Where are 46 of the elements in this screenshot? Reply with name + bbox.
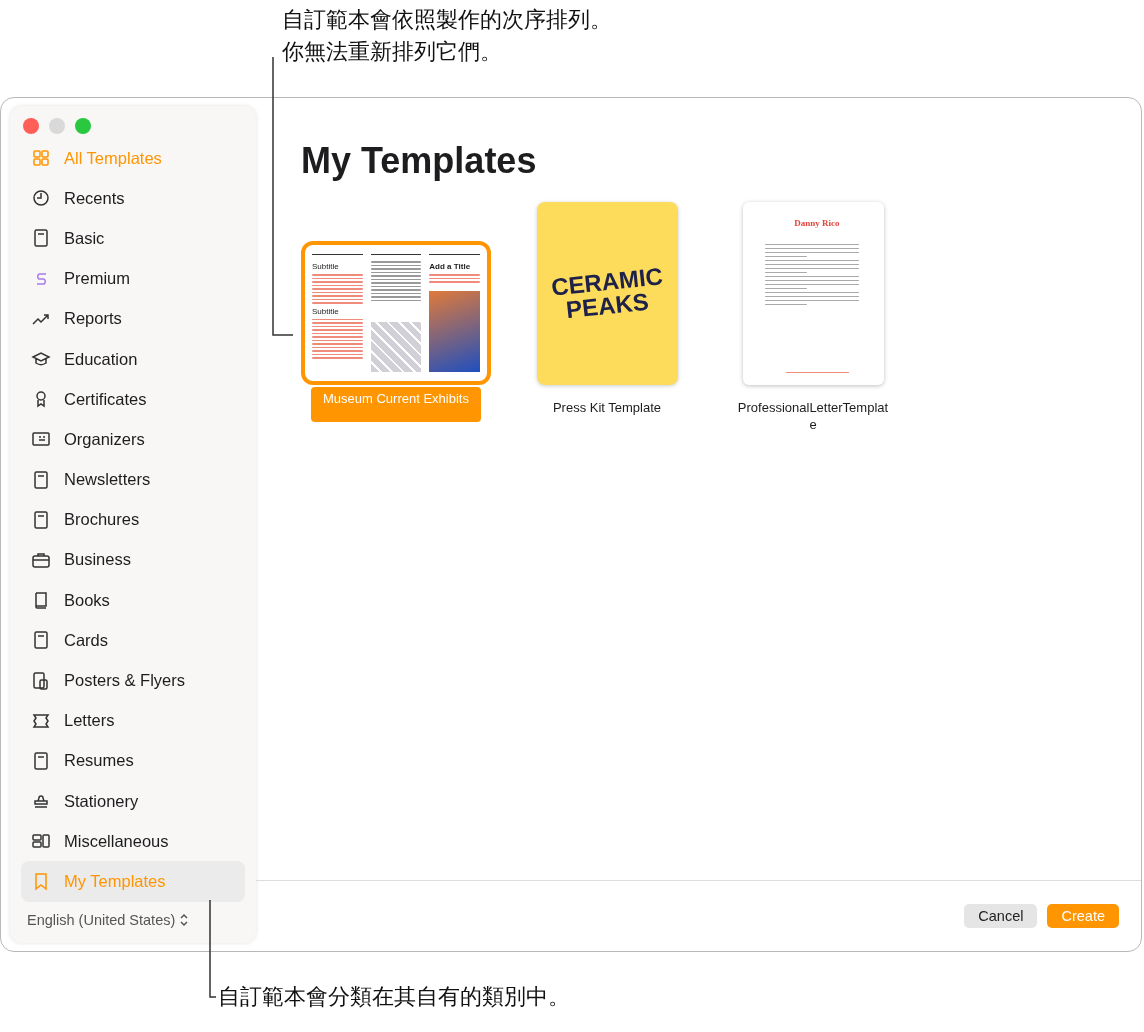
sidebar-item[interactable]: Letters bbox=[21, 700, 245, 741]
sidebar-item[interactable]: Recents bbox=[21, 178, 245, 219]
sidebar-item[interactable]: Newsletters bbox=[21, 459, 245, 500]
sidebar-item[interactable]: Business bbox=[21, 539, 245, 581]
sidebar-item[interactable]: Miscellaneous bbox=[21, 821, 245, 862]
template-thumbnail[interactable]: Danny Rico bbox=[742, 202, 884, 385]
sidebar-item[interactable]: Brochures bbox=[21, 499, 245, 540]
close-button[interactable] bbox=[23, 118, 39, 134]
callout-text: 自訂範本會分類在其自有的類別中。 bbox=[218, 983, 570, 1011]
page-title: My Templates bbox=[301, 140, 538, 182]
sidebar-item[interactable]: Stationery bbox=[21, 781, 245, 822]
thumbnail-heading: Add a Title bbox=[429, 262, 472, 271]
template-thumbnail[interactable]: Subtitle Subtitle Add a Title bbox=[301, 241, 491, 385]
category-icon bbox=[31, 188, 51, 209]
category-icon bbox=[31, 630, 51, 651]
map-drawing bbox=[370, 322, 422, 372]
callout-text: 你無法重新排列它們。 bbox=[282, 38, 503, 66]
sidebar-item[interactable]: Cards bbox=[21, 620, 245, 661]
callout-text: 自訂範本會依照製作的次序排列。 bbox=[282, 6, 612, 34]
category-icon bbox=[31, 148, 51, 169]
language-popup[interactable]: English (United States) bbox=[21, 911, 245, 928]
sidebar-item[interactable]: Books bbox=[21, 580, 245, 621]
letterhead-name: Danny Rico bbox=[794, 218, 840, 228]
sidebar-item[interactable]: Basic bbox=[21, 218, 245, 259]
thumbnail-heading: Subtitle bbox=[312, 262, 340, 271]
zoom-button[interactable] bbox=[75, 118, 91, 134]
category-icon bbox=[31, 750, 51, 771]
template-name: Press Kit Template bbox=[551, 399, 663, 417]
template-thumbnail[interactable]: CERAMIC PEAKS bbox=[536, 202, 678, 385]
sidebar-item[interactable]: Organizers bbox=[21, 419, 245, 460]
chevron-icon bbox=[179, 912, 190, 927]
sidebar-item[interactable]: Education bbox=[21, 338, 245, 380]
sidebar-item[interactable]: Certificates bbox=[21, 379, 245, 420]
thumbnail-heading: Subtitle bbox=[312, 306, 340, 316]
category-icon bbox=[31, 469, 51, 490]
sidebar-item[interactable]: Resumes bbox=[21, 740, 245, 781]
minimize-button[interactable] bbox=[49, 118, 65, 134]
sidebar-item[interactable]: Reports bbox=[21, 298, 245, 339]
template-name: Museum Current Exhibits bbox=[311, 387, 481, 422]
cancel-button[interactable]: Cancel bbox=[964, 904, 1038, 928]
category-icon bbox=[31, 228, 51, 249]
category-icon bbox=[31, 670, 51, 691]
template-name: ProfessionalLetterTemplate bbox=[737, 399, 889, 434]
category-icon bbox=[31, 509, 51, 530]
sidebar-item[interactable]: Posters & Flyers bbox=[21, 660, 245, 701]
sidebar-item[interactable]: Premium bbox=[21, 258, 245, 299]
